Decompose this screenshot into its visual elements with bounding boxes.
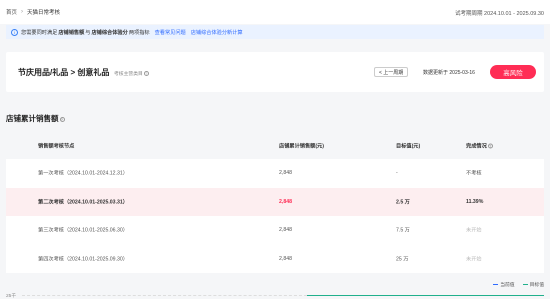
category-title: 节庆用品/礼品 > 创意礼品 xyxy=(18,68,110,77)
header-status: 完成情况? xyxy=(466,143,493,150)
target-line-swatch xyxy=(522,284,528,285)
chart-target-line xyxy=(307,295,544,296)
notice-mid: 与 xyxy=(85,29,91,36)
row-sales: 2,848 xyxy=(279,255,292,262)
notice-term-sales: 店铺销售额 xyxy=(58,29,85,36)
data-updated-text: 数据更新于 2025-03-16 xyxy=(423,70,475,76)
section-title: 店铺累计销售额? xyxy=(6,113,65,124)
legend-target[interactable]: 目标值 xyxy=(522,281,544,288)
breadcrumb-current: 天猫日常考核 xyxy=(27,10,61,16)
assessment-period: 试考期周期 2024.10.01 - 2025.09.30 xyxy=(455,11,544,17)
info-icon[interactable]: ? xyxy=(59,116,65,122)
current-line-swatch xyxy=(493,284,499,285)
previous-period-button[interactable]: < 上一周期 xyxy=(374,67,409,77)
row-node: 第二次考核（2024.10.01-2025.03.31） xyxy=(38,199,128,206)
row-sales: 2,848 xyxy=(279,198,292,205)
row-sales: 2,848 xyxy=(279,227,292,234)
table-row-current: 第二次考核（2024.10.01-2025.03.31） 2,848 2.5 万… xyxy=(6,187,544,216)
row-status: 11.39% xyxy=(466,198,484,205)
top-bar: 首页 › 天猫日常考核 试考期周期 2024.10.01 - 2025.09.3… xyxy=(0,0,550,24)
notice-bar: i 您需要同时满足 店铺销售额 与 店铺综合体验分 两项指标 查看常见问题 店铺… xyxy=(6,25,544,39)
row-target: 7.5 万 xyxy=(396,227,410,234)
row-status: 未开始 xyxy=(466,256,482,263)
row-status: 不考核 xyxy=(466,170,482,177)
category-role-label: 考核主营类目 xyxy=(114,72,143,77)
info-icon[interactable]: ? xyxy=(487,143,493,149)
category-role: 考核主营类目? xyxy=(114,70,149,77)
header-status-label: 完成情况 xyxy=(466,143,487,150)
table-row: 第一次考核（2024.10.01-2024.12.31） 2,848 - 不考核 xyxy=(6,159,544,188)
chevron-right-icon: › xyxy=(21,9,24,15)
legend-current-label: 当前值 xyxy=(500,283,515,288)
notice-suffix: 两项指标 xyxy=(128,29,150,36)
chart-y-tick: 25千 xyxy=(6,294,17,299)
row-node: 第四次考核（2024.10.01-2025.09.30） xyxy=(38,256,128,263)
row-status: 未开始 xyxy=(466,227,482,234)
row-target: 25 万 xyxy=(396,256,409,263)
chart-gridline xyxy=(22,295,307,296)
category-card: 节庆用品/礼品 > 创意礼品 考核主营类目? < 上一周期 数据更新于 2025… xyxy=(6,52,544,92)
risk-level-button[interactable]: 高风险 xyxy=(490,65,536,79)
sales-table: 销售额考核节点 店铺累计销售额(元) 目标值(元) 完成情况? 第一次考核（20… xyxy=(6,133,544,273)
header-sales: 店铺累计销售额(元) xyxy=(279,143,324,150)
header-target: 目标值(元) xyxy=(396,143,421,150)
table-row: 第三次考核（2024.10.01-2025.06.30） 2,848 7.5 万… xyxy=(6,216,544,245)
chart-legend: 当前值 目标值 xyxy=(493,281,544,288)
info-icon[interactable]: ? xyxy=(143,71,149,77)
notice-term-score: 店铺综合体验分 xyxy=(91,29,128,36)
section-title-label: 店铺累计销售额 xyxy=(6,114,59,123)
row-sales: 2,848 xyxy=(279,170,292,177)
row-target: 2.5 万 xyxy=(396,199,410,206)
notice-prefix: 您需要同时满足 xyxy=(21,29,58,36)
row-node: 第一次考核（2024.10.01-2024.12.31） xyxy=(38,170,128,177)
legend-current[interactable]: 当前值 xyxy=(493,281,515,288)
row-target: - xyxy=(396,170,398,177)
score-rule-link[interactable]: 店铺综合体验分新计算 xyxy=(191,29,243,36)
row-node: 第三次考核（2024.10.01-2025.06.30） xyxy=(38,227,128,234)
table-row: 第四次考核（2024.10.01-2025.09.30） 2,848 25 万 … xyxy=(6,244,544,273)
legend-target-label: 目标值 xyxy=(529,283,544,288)
header-node: 销售额考核节点 xyxy=(38,143,75,150)
breadcrumb-home[interactable]: 首页 xyxy=(6,8,17,16)
table-header: 销售额考核节点 店铺累计销售额(元) 目标值(元) 完成情况? xyxy=(6,133,544,159)
faq-link[interactable]: 查看常见问题 xyxy=(155,29,186,36)
info-icon: i xyxy=(11,28,18,36)
